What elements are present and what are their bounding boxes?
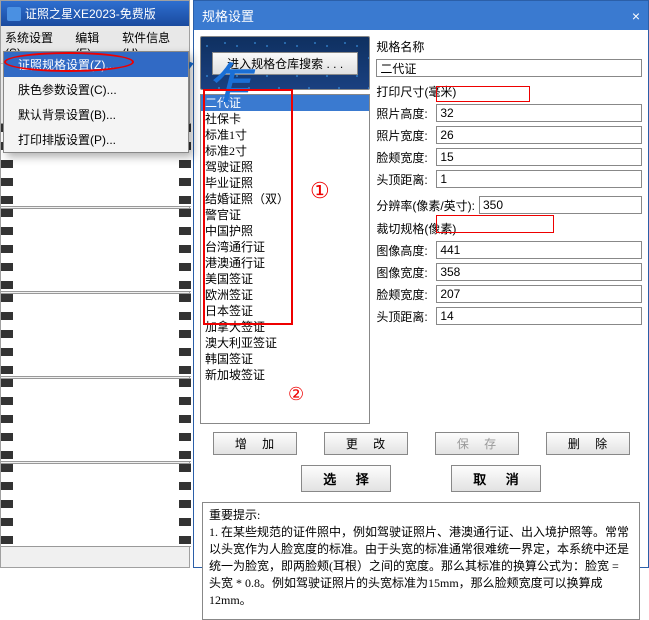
button-row-2: 选 择 取 消	[194, 457, 648, 500]
dpi-input[interactable]	[479, 196, 642, 214]
list-item[interactable]: 标准2寸	[201, 143, 369, 159]
app-icon	[7, 7, 21, 21]
system-dropdown: 证照规格设置(Z)... 肤色参数设置(C)... 默认背景设置(B)... 打…	[3, 51, 189, 153]
list-item[interactable]: 标准1寸	[201, 127, 369, 143]
delete-button[interactable]: 删 除	[546, 432, 630, 455]
spec-list[interactable]: 二代证 社保卡 标准1寸 标准2寸 驾驶证照 毕业证照 结婚证照（双） 警官证 …	[200, 94, 370, 424]
label-spec-name: 规格名称	[376, 38, 642, 55]
main-window: 证照之星XE2023-免费版 系统设置(S) 编辑(E) 软件信息(H) 证照规…	[0, 0, 190, 568]
dialog-titlebar: 规格设置 ×	[194, 1, 648, 30]
list-item[interactable]: 新加坡签证	[201, 367, 369, 383]
select-button[interactable]: 选 择	[301, 465, 391, 492]
list-item[interactable]: 毕业证照	[201, 175, 369, 191]
list-item[interactable]: 澳大利亚签证	[201, 335, 369, 351]
list-item[interactable]: 日本签证	[201, 303, 369, 319]
list-item[interactable]: 中国护照	[201, 223, 369, 239]
label-head-top2: 头顶距离:	[376, 308, 432, 325]
dialog-title: 规格设置	[202, 6, 254, 25]
list-item[interactable]: 驾驶证照	[201, 159, 369, 175]
list-item[interactable]: 台湾通行证	[201, 239, 369, 255]
spec-name-input[interactable]	[376, 59, 642, 77]
label-face-w: 脸颊宽度:	[376, 149, 432, 166]
menu-item-spec-settings[interactable]: 证照规格设置(Z)...	[4, 52, 188, 77]
close-icon[interactable]: ×	[632, 8, 640, 24]
hint-title: 重要提示:	[209, 508, 260, 522]
label-img-h: 图像高度:	[376, 242, 432, 259]
list-item[interactable]: 结婚证照（双）	[201, 191, 369, 207]
spec-dialog: 规格设置 × 进入规格仓库搜索 . . . 二代证 社保卡 标准1寸 标准2寸 …	[193, 0, 649, 568]
film-frame	[1, 208, 191, 292]
list-item[interactable]: 欧洲签证	[201, 287, 369, 303]
face-width-input[interactable]	[436, 148, 642, 166]
crop-face-width-input[interactable]	[436, 285, 642, 303]
right-panel: 规格名称 打印尺寸(毫米) 照片高度: 照片宽度: 脸颊宽度: 头顶距离: 分辨…	[376, 36, 642, 424]
hint-box: 重要提示: 1. 在某些规范的证件照中，例如驾驶证照片、港澳通行证、出入境护照等…	[202, 502, 640, 620]
photo-width-input[interactable]	[436, 126, 642, 144]
cancel-button[interactable]: 取 消	[451, 465, 541, 492]
image-height-input[interactable]	[436, 241, 642, 259]
save-button[interactable]: 保 存	[435, 432, 519, 455]
annotation-2: ②	[288, 384, 304, 405]
menu-item-skin-settings[interactable]: 肤色参数设置(C)...	[4, 77, 188, 102]
label-face-w2: 脸颊宽度:	[376, 286, 432, 303]
film-frame	[1, 378, 191, 462]
label-head-top: 头顶距离:	[376, 171, 432, 188]
app-title: 证照之星XE2023-免费版	[25, 5, 156, 22]
add-button[interactable]: 增 加	[213, 432, 297, 455]
list-item[interactable]: 美国签证	[201, 271, 369, 287]
menu-item-bg-settings[interactable]: 默认背景设置(B)...	[4, 102, 188, 127]
label-img-w: 图像宽度:	[376, 264, 432, 281]
list-item[interactable]: 港澳通行证	[201, 255, 369, 271]
film-frame	[1, 293, 191, 377]
list-item[interactable]: 警官证	[201, 207, 369, 223]
image-width-input[interactable]	[436, 263, 642, 281]
modify-button[interactable]: 更 改	[324, 432, 408, 455]
photo-height-input[interactable]	[436, 104, 642, 122]
hint-body: 1. 在某些规范的证件照中，例如驾驶证照片、港澳通行证、出入境护照等。常常以头宽…	[209, 525, 629, 607]
annotation-1: ①	[310, 178, 330, 204]
button-row-1: 增 加 更 改 保 存 删 除	[194, 430, 648, 457]
menu-item-print-settings[interactable]: 打印排版设置(P)...	[4, 127, 188, 152]
main-titlebar: 证照之星XE2023-免费版	[1, 1, 189, 26]
label-photo-h: 照片高度:	[376, 105, 432, 122]
list-item[interactable]: 加拿大签证	[201, 319, 369, 335]
label-print-size: 打印尺寸(毫米)	[376, 83, 642, 100]
head-top-input[interactable]	[436, 170, 642, 188]
label-crop: 裁切规格(像素)	[376, 220, 642, 237]
film-frame	[1, 463, 191, 547]
list-item[interactable]: 社保卡	[201, 111, 369, 127]
filmstrip	[1, 123, 191, 548]
label-photo-w: 照片宽度:	[376, 127, 432, 144]
list-item[interactable]: 韩国签证	[201, 351, 369, 367]
crop-head-top-input[interactable]	[436, 307, 642, 325]
label-dpi: 分辨率(像素/英寸):	[376, 197, 475, 214]
